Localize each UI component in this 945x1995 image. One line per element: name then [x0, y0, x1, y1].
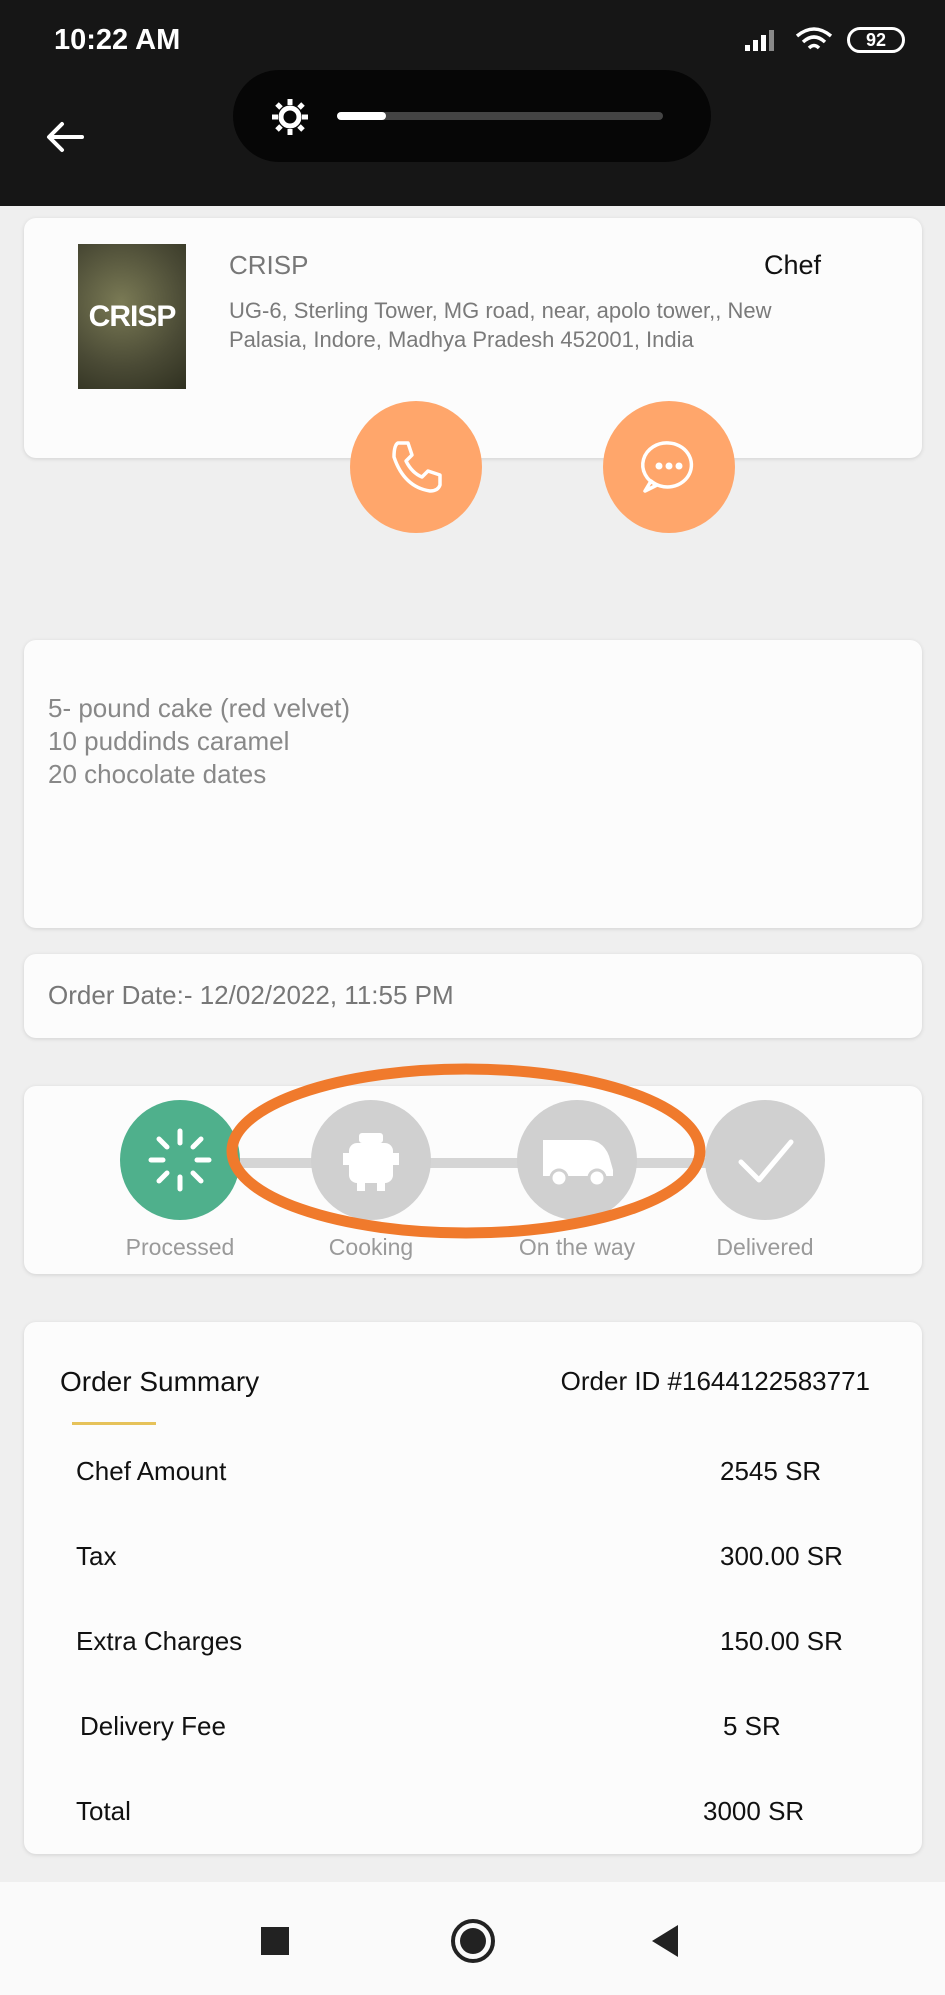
- row-value-extra-charges: 150.00 SR: [720, 1626, 843, 1656]
- check-icon: [738, 1139, 794, 1183]
- row-label-tax: Tax: [76, 1541, 117, 1571]
- brightness-slider[interactable]: [233, 70, 711, 162]
- brightness-icon: [272, 99, 308, 135]
- chef-address: UG-6, Sterling Tower, MG road, near, apo…: [229, 298, 772, 352]
- status-time: 10:22 AM: [54, 24, 181, 56]
- order-date: Order Date:- 12/02/2022, 11:55 PM: [48, 980, 454, 1010]
- order-date-card: Order Date:- 12/02/2022, 11:55 PM: [24, 954, 922, 1038]
- step-cooking: [311, 1100, 431, 1220]
- step-label-processed: Processed: [125, 1234, 235, 1260]
- wifi-icon: [795, 27, 833, 50]
- chef-name: CRISP: [229, 250, 309, 280]
- summary-underline: [72, 1422, 156, 1425]
- chef-role: Chef: [764, 250, 822, 280]
- row-value-delivery-fee: 5 SR: [723, 1711, 781, 1741]
- home-nav-icon: [451, 1919, 495, 1963]
- brightness-track: [337, 112, 663, 120]
- battery-indicator: 92: [847, 27, 905, 53]
- chat-icon: [641, 441, 694, 493]
- chef-logo-text: CRISP: [88, 299, 177, 333]
- step-delivered: [705, 1100, 825, 1220]
- cooking-icon: [343, 1133, 399, 1191]
- row-value-total: 3000 SR: [703, 1796, 805, 1826]
- order-summary-card: Order Summary Order ID #1644122583771 Ch…: [24, 1322, 922, 1854]
- row-label-delivery-fee: Delivery Fee: [80, 1711, 226, 1741]
- list-item: 5- pound cake (red velvet): [48, 693, 351, 723]
- list-item: 10 puddinds caramel: [48, 726, 290, 756]
- step-on-the-way: [517, 1100, 637, 1220]
- brightness-fill: [337, 112, 386, 120]
- chef-logo: CRISP: [78, 244, 186, 389]
- home-button[interactable]: [450, 1918, 496, 1964]
- status-icons: 92: [743, 26, 905, 54]
- system-nav-bar: [0, 1882, 945, 1995]
- call-button[interactable]: [350, 401, 482, 533]
- step-label-cooking: Cooking: [328, 1234, 414, 1260]
- square-nav-icon: [261, 1927, 289, 1955]
- row-value-tax: 300.00 SR: [720, 1541, 843, 1571]
- app-header: 10:22 AM 92 Order Details: [0, 0, 945, 206]
- tracking-line: [204, 1158, 784, 1168]
- order-id: Order ID #1644122583771: [560, 1366, 870, 1396]
- row-value-chef-amount: 2545 SR: [720, 1456, 822, 1486]
- system-back-button[interactable]: [642, 1918, 688, 1964]
- step-label-on-the-way: On the way: [518, 1234, 636, 1260]
- phone-icon: [392, 441, 442, 493]
- row-label-extra-charges: Extra Charges: [76, 1626, 243, 1656]
- truck-icon: [543, 1140, 613, 1188]
- order-tracking-card: Processed Cooking On the way Delivered: [24, 1086, 922, 1274]
- items-list: 5- pound cake (red velvet) 10 puddinds c…: [48, 692, 350, 791]
- list-item: 20 chocolate dates: [48, 759, 267, 789]
- signal-icon: [745, 30, 774, 51]
- chat-button[interactable]: [603, 401, 735, 533]
- row-label-chef-amount: Chef Amount: [76, 1456, 227, 1486]
- row-label-total: Total: [76, 1796, 131, 1826]
- step-processed: [120, 1100, 240, 1220]
- back-nav-icon: [652, 1925, 678, 1957]
- summary-title: Order Summary: [60, 1366, 260, 1397]
- items-card: 5- pound cake (red velvet) 10 puddinds c…: [24, 640, 922, 928]
- chef-card: CRISP CRISP Chef UG-6, Sterling Tower, M…: [24, 218, 922, 458]
- processed-icon: [148, 1128, 212, 1192]
- recents-button[interactable]: [252, 1918, 298, 1964]
- step-label-delivered: Delivered: [716, 1234, 814, 1260]
